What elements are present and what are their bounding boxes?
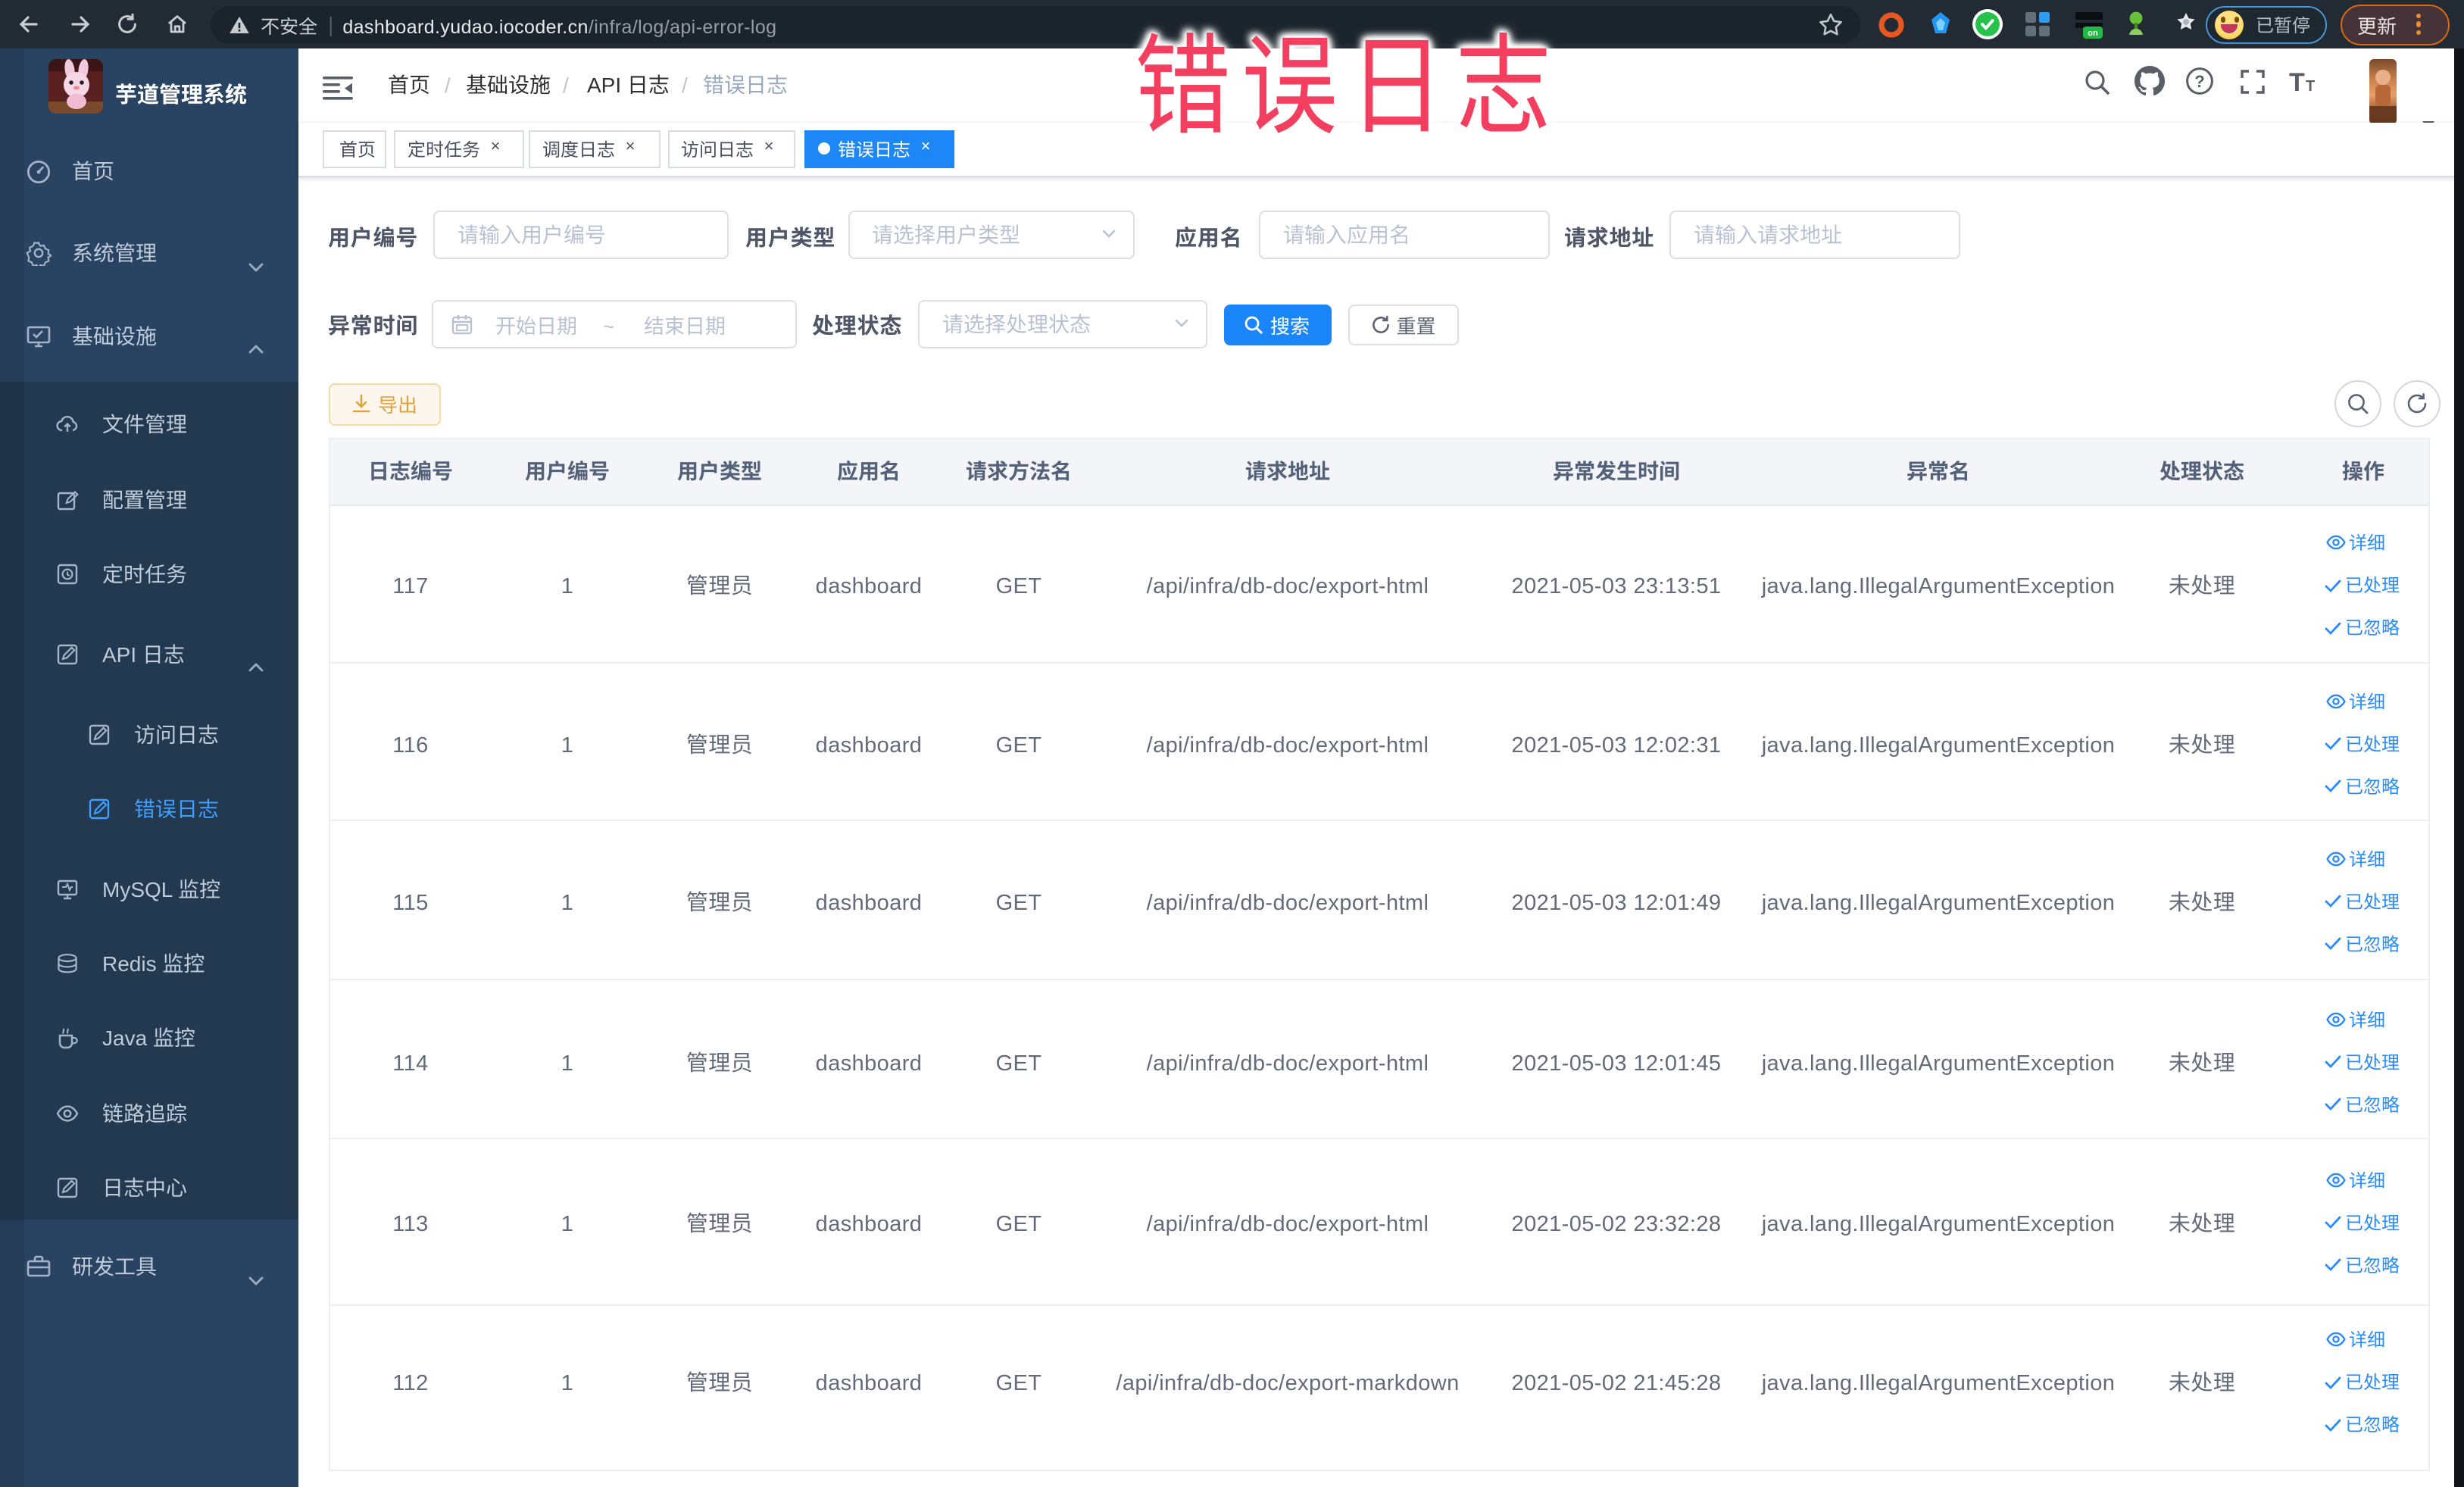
svg-text:on: on (2087, 29, 2097, 38)
svg-text:T: T (2305, 79, 2314, 95)
svg-text:?: ? (2194, 72, 2203, 91)
svg-text:T: T (2288, 69, 2304, 96)
